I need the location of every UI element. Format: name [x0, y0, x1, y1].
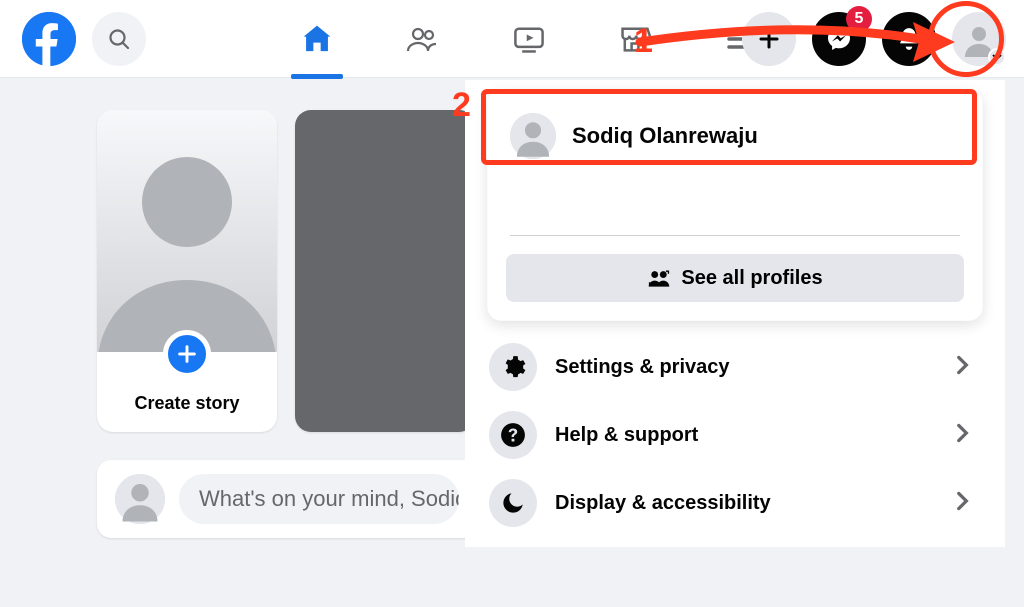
profile-card: Sodiq Olanrewaju See all profiles	[487, 90, 983, 321]
account-menu-button[interactable]	[952, 12, 1006, 66]
see-all-profiles-button[interactable]: See all profiles	[506, 254, 964, 302]
post-composer[interactable]: What's on your mind, Sodiq?	[97, 460, 477, 538]
menu-help-support[interactable]: Help & support	[465, 401, 1005, 469]
tab-friends[interactable]	[401, 0, 445, 78]
people-switch-icon	[647, 268, 671, 288]
messenger-badge: 5	[846, 6, 872, 32]
chevron-down-icon	[988, 48, 1006, 66]
friends-icon	[405, 21, 441, 57]
messenger-icon	[825, 25, 853, 53]
messenger-button[interactable]: 5	[812, 12, 866, 66]
tab-home[interactable]	[295, 0, 339, 78]
bell-icon	[896, 26, 922, 52]
help-icon	[489, 411, 537, 459]
profile-avatar	[510, 113, 556, 159]
profile-link[interactable]: Sodiq Olanrewaju	[506, 107, 964, 163]
tab-watch[interactable]	[507, 0, 551, 78]
menu-display-accessibility[interactable]: Display & accessibility	[465, 469, 1005, 537]
create-story-plus-button[interactable]	[163, 330, 211, 378]
story-card-placeholder[interactable]	[295, 110, 475, 432]
avatar-placeholder-icon	[115, 474, 165, 524]
tab-marketplace[interactable]	[613, 0, 657, 78]
divider	[510, 235, 960, 236]
facebook-f-icon	[22, 12, 76, 66]
composer-avatar	[115, 474, 165, 524]
menu-label: Settings & privacy	[555, 356, 931, 379]
plus-icon	[176, 343, 198, 365]
moon-icon	[489, 479, 537, 527]
story-avatar-area	[97, 110, 277, 352]
plus-icon	[757, 27, 781, 51]
menu-label: Help & support	[555, 424, 931, 447]
notifications-button[interactable]	[882, 12, 936, 66]
marketplace-icon	[618, 22, 652, 56]
gear-icon	[489, 343, 537, 391]
chevron-right-icon	[949, 420, 975, 451]
profile-name: Sodiq Olanrewaju	[572, 123, 758, 149]
create-story-card[interactable]: Create story	[97, 110, 277, 432]
see-all-profiles-label: See all profiles	[681, 267, 822, 290]
home-icon	[300, 22, 334, 56]
composer-input[interactable]: What's on your mind, Sodiq?	[179, 474, 459, 524]
nav-right-actions: 5	[742, 0, 1006, 77]
facebook-logo[interactable]	[22, 12, 76, 66]
create-story-label: Create story	[97, 393, 277, 414]
search-icon	[107, 27, 131, 51]
create-button[interactable]	[742, 12, 796, 66]
menu-label: Display & accessibility	[555, 492, 931, 515]
search-button[interactable]	[92, 12, 146, 66]
watch-icon	[512, 22, 546, 56]
chevron-right-icon	[949, 352, 975, 383]
account-dropdown: Sodiq Olanrewaju See all profiles Settin…	[465, 80, 1005, 547]
menu-settings-privacy[interactable]: Settings & privacy	[465, 333, 1005, 401]
avatar-placeholder-icon	[510, 113, 556, 159]
top-navbar: 5	[0, 0, 1024, 78]
nav-tabs	[295, 0, 763, 77]
avatar-placeholder-icon	[97, 110, 277, 352]
chevron-right-icon	[949, 488, 975, 519]
